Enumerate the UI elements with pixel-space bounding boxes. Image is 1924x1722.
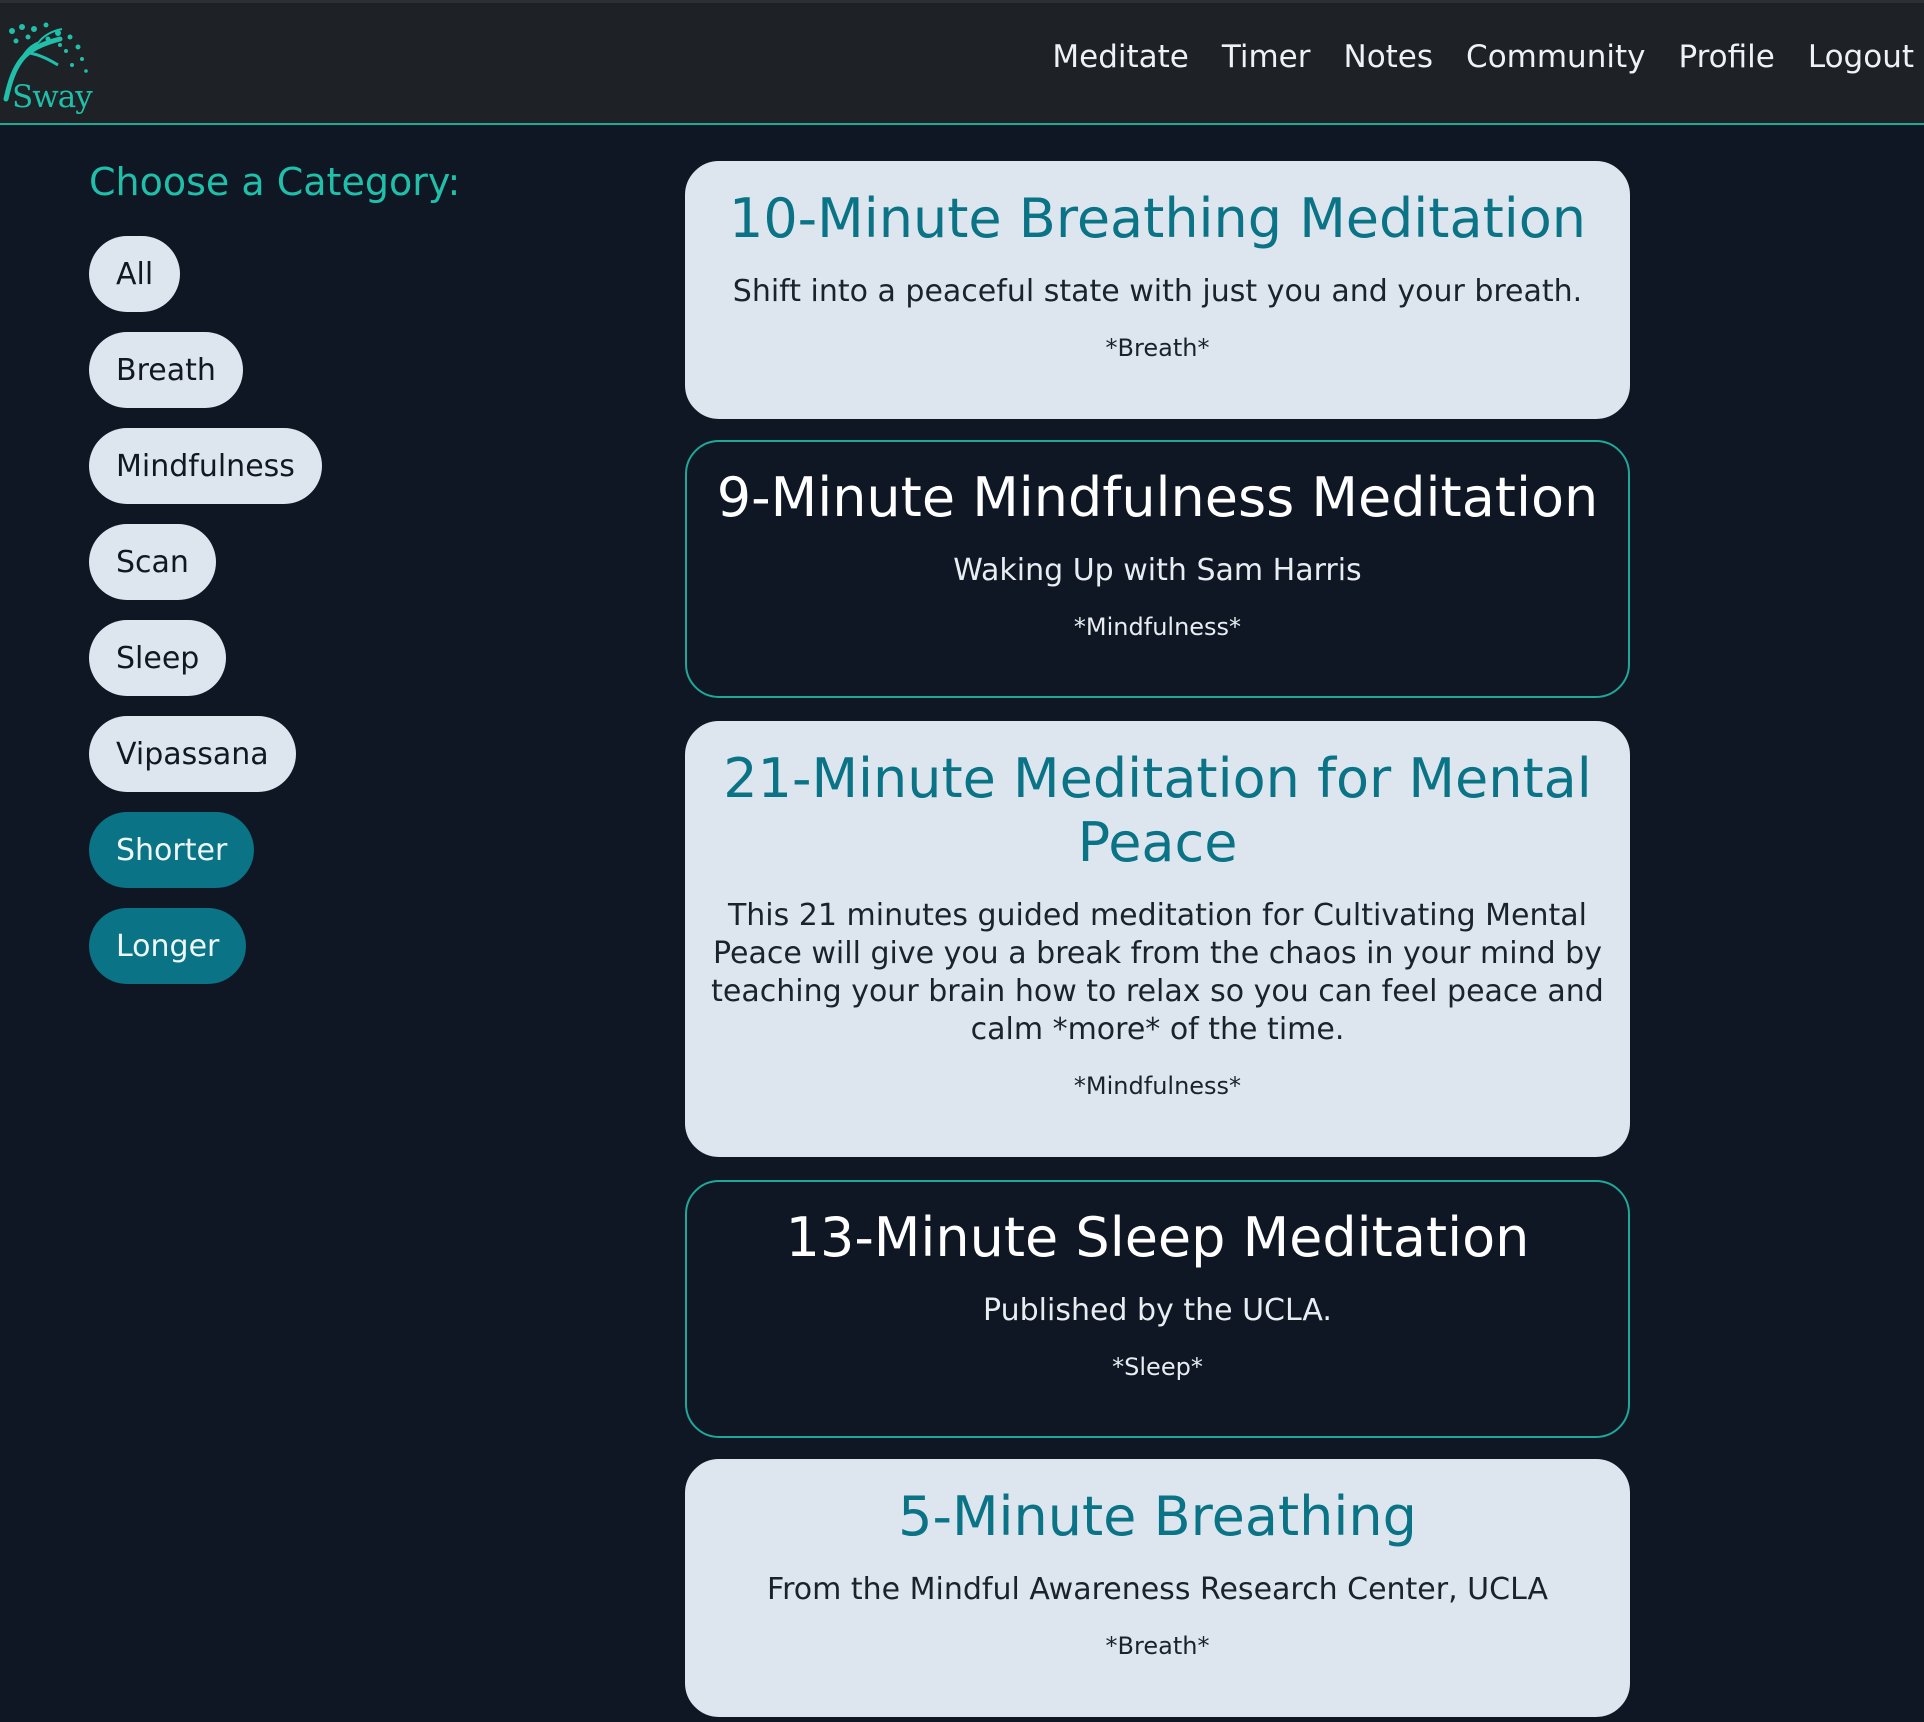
- meditation-title: 9-Minute Mindfulness Meditation: [716, 466, 1599, 529]
- meditation-category-tag: *Breath*: [1105, 334, 1210, 362]
- nav-meditate[interactable]: Meditate: [1052, 39, 1189, 75]
- sidebar-title: Choose a Category:: [89, 160, 461, 204]
- nav-logout[interactable]: Logout: [1808, 39, 1914, 75]
- meditation-category-tag: *Mindfulness*: [1073, 1072, 1242, 1100]
- category-mindfulness-button[interactable]: Mindfulness: [89, 428, 322, 504]
- category-scan-button[interactable]: Scan: [89, 524, 216, 600]
- meditation-description: This 21 minutes guided meditation for Cu…: [711, 898, 1604, 1047]
- sway-logo[interactable]: Sway: [0, 21, 95, 115]
- meditation-category-tag: *Sleep*: [1112, 1353, 1203, 1381]
- category-all-button[interactable]: All: [89, 236, 181, 312]
- meditation-title: 5-Minute Breathing: [898, 1485, 1417, 1548]
- sort-shorter-button[interactable]: Shorter: [89, 812, 255, 888]
- meditation-card[interactable]: 13-Minute Sleep Meditation Published by …: [685, 1180, 1630, 1438]
- meditation-description: Waking Up with Sam Harris: [953, 553, 1362, 588]
- meditation-card[interactable]: 10-Minute Breathing Meditation Shift int…: [685, 161, 1630, 419]
- category-sidebar: Choose a Category: All Breath Mindfulnes…: [89, 158, 489, 984]
- brand-name: Sway: [12, 79, 93, 115]
- meditation-description: From the Mindful Awareness Research Cent…: [767, 1572, 1548, 1607]
- sort-longer-button[interactable]: Longer: [89, 908, 247, 984]
- top-navigation-bar: Sway Meditate Timer Notes Community Prof…: [0, 0, 1924, 125]
- meditation-description: Shift into a peaceful state with just yo…: [732, 274, 1583, 309]
- category-list: All Breath Mindfulness Scan Sleep Vipass…: [89, 236, 489, 984]
- nav-notes[interactable]: Notes: [1344, 39, 1434, 75]
- meditation-title: 21-Minute Meditation for Mental Peace: [723, 747, 1592, 874]
- category-vipassana-button[interactable]: Vipassana: [89, 716, 296, 792]
- nav-profile[interactable]: Profile: [1678, 39, 1774, 75]
- nav-timer[interactable]: Timer: [1222, 39, 1311, 75]
- category-breath-button[interactable]: Breath: [89, 332, 243, 408]
- meditation-title: 13-Minute Sleep Meditation: [785, 1206, 1530, 1269]
- meditation-description: Published by the UCLA.: [983, 1293, 1332, 1328]
- meditation-card[interactable]: 5-Minute Breathing From the Mindful Awar…: [685, 1459, 1630, 1717]
- category-sleep-button[interactable]: Sleep: [89, 620, 227, 696]
- meditation-category-tag: *Breath*: [1105, 1632, 1210, 1660]
- meditation-card[interactable]: 21-Minute Meditation for Mental Peace Th…: [685, 721, 1630, 1157]
- meditation-category-tag: *Mindfulness*: [1073, 613, 1242, 641]
- main-nav: Meditate Timer Notes Community Profile L…: [1052, 39, 1914, 75]
- meditation-title: 10-Minute Breathing Meditation: [728, 187, 1587, 250]
- meditation-card[interactable]: 9-Minute Mindfulness Meditation Waking U…: [685, 440, 1630, 698]
- nav-community[interactable]: Community: [1466, 39, 1645, 75]
